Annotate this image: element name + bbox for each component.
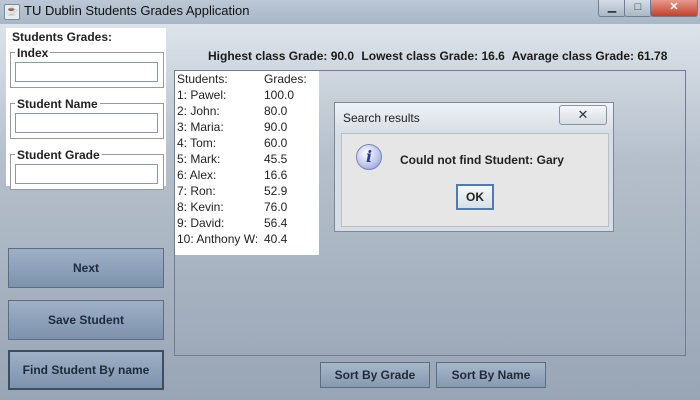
- dialog-title-bar[interactable]: Search results ✕: [335, 103, 613, 131]
- close-window-button[interactable]: ✕: [650, 0, 698, 17]
- next-button[interactable]: Next: [8, 248, 164, 288]
- student-name-label: Student Name: [15, 97, 100, 111]
- search-results-dialog: Search results ✕ i Could not find Studen…: [334, 102, 614, 232]
- student-name: 8: Kevin:: [177, 200, 224, 214]
- grades-header: Grades:: [264, 72, 307, 86]
- grades-list: Students: Grades: 1: Pawel: 100.0 2: Joh…: [175, 71, 319, 255]
- list-item: 2: John: 80.0: [177, 104, 317, 120]
- student-name: 6: Alex:: [177, 168, 217, 182]
- lowest-grade: Lowest class Grade: 16.6: [361, 49, 505, 63]
- list-item: 4: Tom: 60.0: [177, 136, 317, 152]
- index-group: Index: [10, 46, 164, 88]
- student-grade-field[interactable]: [15, 164, 158, 184]
- ok-button[interactable]: OK: [456, 184, 494, 210]
- student-name-group: Student Name: [10, 97, 164, 139]
- student-grade: 100.0: [264, 88, 295, 102]
- student-name: 9: David:: [177, 216, 225, 230]
- student-name: 4: Tom:: [177, 136, 217, 150]
- student-grade-group: Student Grade: [10, 148, 164, 190]
- student-grade: 16.6: [264, 168, 288, 182]
- class-statistics: Highest class Grade: 90.0 Lowest class G…: [208, 49, 671, 63]
- list-item: 3: Maria: 90.0: [177, 120, 317, 136]
- minimize-button[interactable]: ▁: [598, 0, 626, 17]
- student-name: 7: Ron:: [177, 184, 216, 198]
- list-item: 9: David: 56.4: [177, 216, 317, 232]
- list-header: Students: Grades:: [177, 72, 317, 88]
- student-name: 2: John:: [177, 104, 220, 118]
- list-item: 5: Mark: 45.5: [177, 152, 317, 168]
- dialog-close-button[interactable]: ✕: [559, 105, 607, 125]
- student-grade: 76.0: [264, 200, 288, 214]
- dialog-message: Could not find Student: Gary: [400, 153, 564, 167]
- student-grade: 80.0: [264, 104, 288, 118]
- student-name: 3: Maria:: [177, 120, 224, 134]
- average-grade: Avarage class Grade: 61.78: [511, 49, 668, 63]
- find-student-button[interactable]: Find Student By name: [8, 350, 164, 390]
- dialog-body: i Could not find Student: Gary OK: [341, 133, 609, 227]
- app-icon: ☕: [4, 4, 20, 20]
- student-name: 1: Pawel:: [177, 88, 227, 102]
- list-item: 6: Alex: 16.6: [177, 168, 317, 184]
- sort-by-grade-button[interactable]: Sort By Grade: [320, 362, 430, 388]
- save-student-button[interactable]: Save Student: [8, 300, 164, 340]
- students-header: Students:: [177, 72, 228, 86]
- students-grades-panel: Students Grades: Index Student Name Stud…: [6, 28, 166, 190]
- index-label: Index: [15, 46, 51, 60]
- panel-title: Students Grades:: [12, 30, 113, 44]
- window-title-bar[interactable]: ☕ TU Dublin Students Grades Application …: [0, 0, 700, 25]
- dialog-title: Search results: [343, 111, 420, 125]
- index-field[interactable]: [15, 62, 158, 82]
- sort-by-name-button[interactable]: Sort By Name: [436, 362, 546, 388]
- student-grade: 56.4: [264, 216, 288, 230]
- window-title: TU Dublin Students Grades Application: [24, 3, 250, 18]
- student-grade-label: Student Grade: [15, 148, 102, 162]
- student-grade: 90.0: [264, 120, 288, 134]
- maximize-button[interactable]: □: [624, 0, 652, 17]
- student-name-field[interactable]: [15, 113, 158, 133]
- list-item: 10: Anthony W: 40.4: [177, 232, 317, 248]
- student-grade: 40.4: [264, 232, 288, 246]
- info-icon: i: [356, 144, 382, 170]
- student-grade: 60.0: [264, 136, 288, 150]
- list-item: 1: Pawel: 100.0: [177, 88, 317, 104]
- student-grade: 52.9: [264, 184, 288, 198]
- list-item: 8: Kevin: 76.0: [177, 200, 317, 216]
- highest-grade: Highest class Grade: 90.0: [208, 49, 355, 63]
- list-item: 7: Ron: 52.9: [177, 184, 317, 200]
- student-name: 10: Anthony W:: [177, 232, 259, 246]
- student-grade: 45.5: [264, 152, 288, 166]
- student-name: 5: Mark:: [177, 152, 221, 166]
